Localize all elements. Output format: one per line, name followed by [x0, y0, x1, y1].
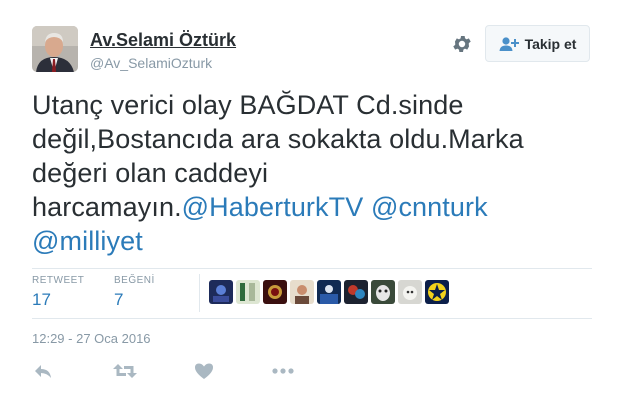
tweet-text-segment: Utanç verici olay BAĞDAT Cd.sinde	[32, 90, 464, 120]
timestamp[interactable]: 12:29 - 27 Oca 2016	[32, 331, 151, 346]
divider-bottom	[32, 318, 592, 319]
stats-separator	[199, 274, 200, 312]
avatar[interactable]	[32, 26, 78, 72]
liker-avatar[interactable]	[236, 280, 260, 304]
tweet-line: harcamayın.@HaberturkTV @cnnturk	[32, 190, 577, 224]
tweet-line: @milliyet	[32, 224, 577, 258]
likes-count: 7	[114, 290, 124, 309]
user-plus-icon	[499, 36, 519, 52]
tweet-line: değil,Bostancıda ara sokakta oldu.Marka	[32, 122, 577, 156]
liker-avatar[interactable]	[317, 280, 341, 304]
divider-top	[32, 268, 592, 269]
mention-link[interactable]: @cnnturk	[371, 192, 488, 222]
tweet-text-segment	[363, 192, 371, 222]
screen-name: @Av_SelamiOzturk	[90, 55, 213, 71]
tweet-text: Utanç verici olay BAĞDAT Cd.sinde değil,B…	[32, 88, 577, 258]
retweet-stat[interactable]: RETWEET 17	[32, 275, 84, 310]
gear-icon[interactable]	[451, 33, 473, 55]
likes-stat[interactable]: BEĞENİ 7	[114, 275, 155, 310]
liker-avatar[interactable]	[290, 280, 314, 304]
tweet-text-segment: harcamayın.	[32, 192, 182, 222]
retweet-icon[interactable]	[112, 360, 138, 382]
tweet-line: Utanç verici olay BAĞDAT Cd.sinde	[32, 88, 577, 122]
display-name[interactable]: Av.Selami Öztürk	[90, 30, 236, 51]
follow-button[interactable]: Takip et	[485, 25, 590, 62]
liker-avatar[interactable]	[425, 280, 449, 304]
likers-avatars	[209, 280, 449, 304]
tweet-text-segment: değeri olan caddeyi	[32, 158, 269, 188]
liker-avatar[interactable]	[371, 280, 395, 304]
retweet-label: RETWEET	[32, 275, 85, 286]
likes-label: BEĞENİ	[114, 275, 155, 286]
liker-avatar[interactable]	[263, 280, 287, 304]
mention-link[interactable]: @HaberturkTV	[182, 192, 364, 222]
follow-button-label: Takip et	[524, 35, 577, 52]
tweet-text-segment: değil,Bostancıda ara sokakta oldu.Marka	[32, 124, 524, 154]
reply-icon[interactable]	[32, 360, 54, 382]
like-icon[interactable]	[193, 360, 215, 382]
liker-avatar[interactable]	[398, 280, 422, 304]
liker-avatar[interactable]	[344, 280, 368, 304]
tweet-line: değeri olan caddeyi	[32, 156, 577, 190]
more-icon[interactable]	[270, 360, 296, 382]
mention-link[interactable]: @milliyet	[32, 226, 143, 256]
retweet-count: 17	[32, 290, 51, 309]
liker-avatar[interactable]	[209, 280, 233, 304]
